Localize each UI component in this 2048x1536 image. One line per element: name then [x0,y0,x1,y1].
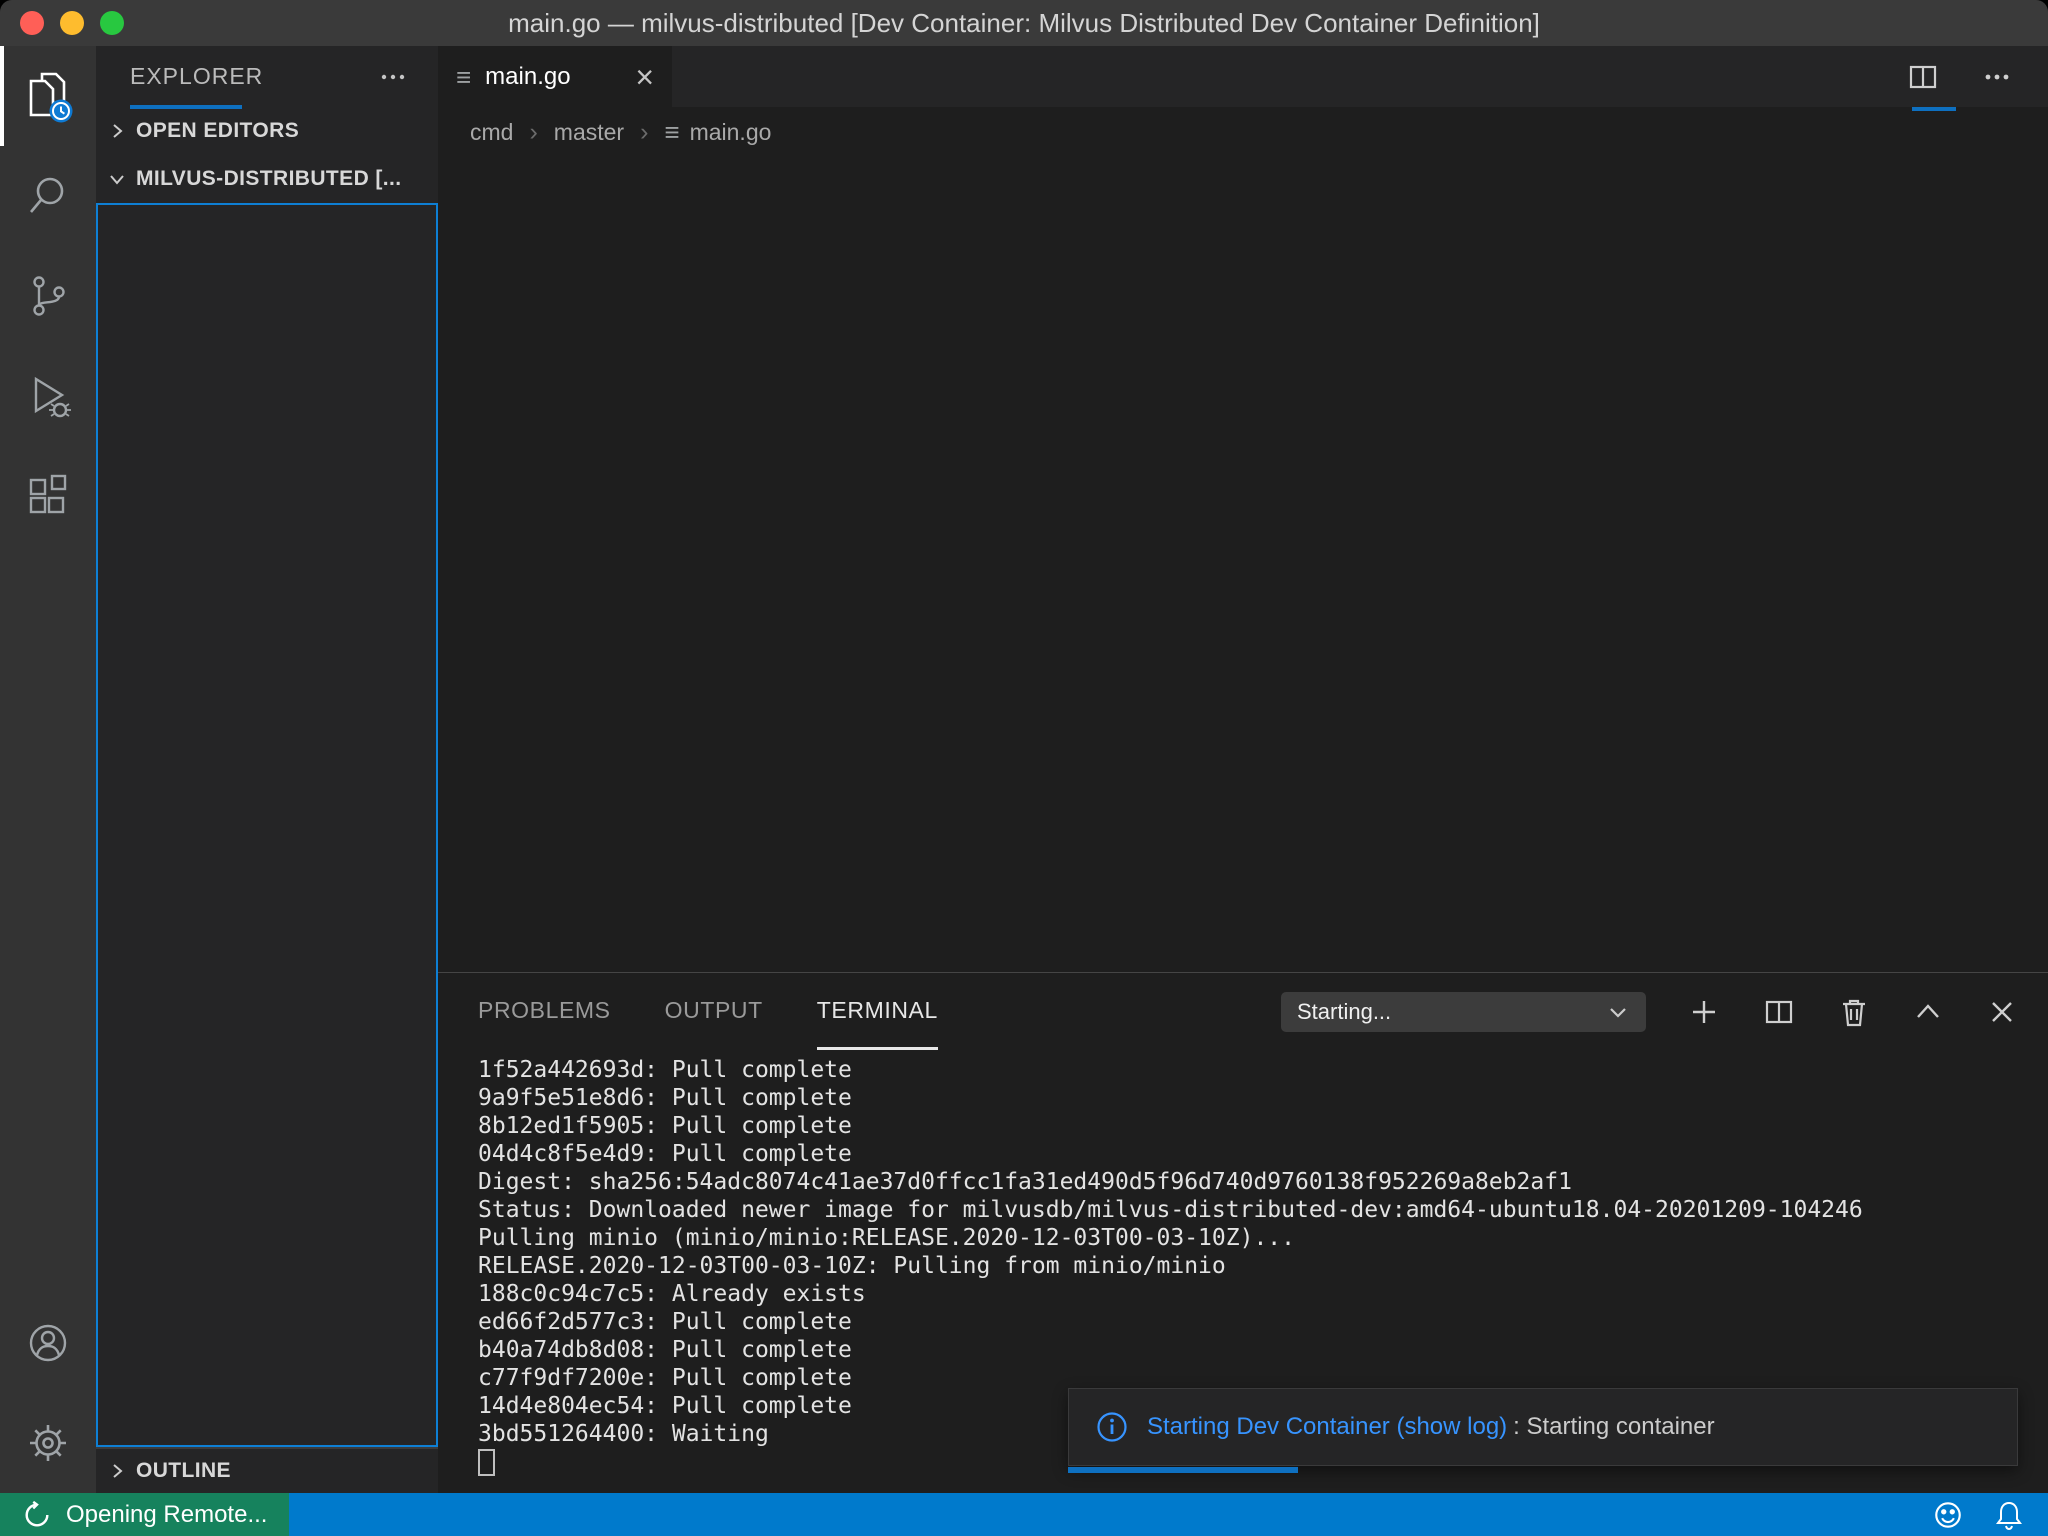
terminal-line: 1f52a442693d: Pull complete [478,1056,2028,1084]
traffic-lights [20,0,124,46]
breadcrumb-file[interactable]: ≡ main.go [664,119,771,146]
tab-bar: ≡ main.go × [438,46,2048,107]
terminal-line: 04d4c8f5e4d9: Pull complete [478,1140,2028,1168]
notification-message: : Starting container [1513,1413,1714,1441]
terminal-picker[interactable]: Starting... [1281,992,1646,1032]
tab-main-go[interactable]: ≡ main.go × [438,46,672,107]
status-bar-right [1932,1499,2048,1531]
activity-item-explorer[interactable] [0,46,96,146]
terminal-controls: Starting... [1281,992,2018,1032]
activity-item-search[interactable] [0,146,96,246]
terminal-line: 9a9f5e51e8d6: Pull complete [478,1084,2028,1112]
chevron-down-icon [106,168,128,190]
panel-header: PROBLEMS OUTPUT TERMINAL Starting... [438,973,2048,1050]
run-debug-icon [23,371,73,421]
terminal-line: 8b12ed1f5905: Pull complete [478,1112,2028,1140]
editor-progress-bar [1912,107,1956,111]
terminal-line: b40a74db8d08: Pull complete [478,1336,2028,1364]
gear-icon [23,1418,73,1468]
section-label: MILVUS-DISTRIBUTED [... [136,167,401,191]
breadcrumb-master[interactable]: master [554,119,624,146]
close-tab-icon[interactable]: × [635,61,654,93]
terminal-line: Pulling minio (minio/minio:RELEASE.2020-… [478,1224,2028,1252]
activity-bar [0,46,96,1493]
terminal-line: Digest: sha256:54adc8074c41ae37d0ffcc1fa… [478,1168,2028,1196]
chevron-right-icon [106,120,128,142]
terminal-line: Status: Downloaded newer image for milvu… [478,1196,2028,1224]
activity-item-extensions[interactable] [0,446,96,546]
close-panel-icon[interactable] [1986,996,2018,1028]
remote-indicator-label: Opening Remote... [66,1501,267,1529]
extensions-icon [23,471,73,521]
notifications-bell-icon[interactable] [1994,1499,2024,1531]
source-control-icon [23,271,73,321]
explorer-progress-bar [130,105,242,109]
workbench: EXPLORER OPEN EDITORS MILVUS-DISTRIB [0,46,2048,1493]
zoom-window-button[interactable] [100,11,124,35]
activity-item-accounts[interactable] [0,1293,96,1393]
split-editor-icon[interactable] [1906,60,1940,94]
chevron-down-icon [1606,1000,1630,1024]
account-icon [23,1318,73,1368]
kill-terminal-trash-icon[interactable] [1838,995,1870,1029]
notification-toast[interactable]: Starting Dev Container (show log) : Star… [1068,1388,2018,1466]
terminal-line: 188c0c94c7c5: Already exists [478,1280,2028,1308]
editor-group: ≡ main.go × [438,46,2048,1493]
file-tree[interactable] [96,203,438,1447]
editor-actions [1906,46,2048,107]
notification-progress-bar [1068,1467,1298,1473]
section-workspace[interactable]: MILVUS-DISTRIBUTED [... [96,155,438,203]
go-file-icon: ≡ [664,119,679,145]
minimize-window-button[interactable] [60,11,84,35]
sidebar-title: EXPLORER [130,63,263,90]
window-title: main.go — milvus-distributed [Dev Contai… [508,8,1540,39]
notification-link[interactable]: Starting Dev Container (show log) [1147,1413,1507,1441]
tab-output[interactable]: OUTPUT [665,973,763,1050]
sidebar-more-actions-icon[interactable] [378,62,408,92]
sidebar-header: EXPLORER [96,46,438,107]
sidebar-explorer: EXPLORER OPEN EDITORS MILVUS-DISTRIB [96,46,438,1493]
maximize-panel-chevron-up-icon[interactable] [1912,996,1944,1028]
breadcrumb-cmd[interactable]: cmd [470,119,513,146]
editor-content[interactable] [438,157,2048,972]
tab-terminal[interactable]: TERMINAL [817,973,938,1050]
activity-item-settings[interactable] [0,1393,96,1493]
new-terminal-icon[interactable] [1688,996,1720,1028]
split-terminal-icon[interactable] [1762,995,1796,1029]
search-icon [23,171,73,221]
section-open-editors[interactable]: OPEN EDITORS [96,107,438,155]
tab-label: main.go [485,63,570,91]
sync-spinner-icon [22,1500,52,1530]
panel-tabs: PROBLEMS OUTPUT TERMINAL [478,973,938,1050]
vscode-window: main.go — milvus-distributed [Dev Contai… [0,0,2048,1536]
title-bar: main.go — milvus-distributed [Dev Contai… [0,0,2048,46]
info-icon [1095,1410,1129,1444]
go-file-icon: ≡ [456,64,471,90]
more-actions-icon[interactable] [1980,60,2014,94]
chevron-right-icon [106,1460,128,1482]
activity-item-source-control[interactable] [0,246,96,346]
terminal-cursor [478,1449,495,1476]
section-label: OUTLINE [136,1459,231,1483]
tab-problems[interactable]: PROBLEMS [478,973,611,1050]
remote-indicator[interactable]: Opening Remote... [0,1493,289,1536]
terminal-picker-value: Starting... [1297,999,1391,1025]
feedback-smiley-icon[interactable] [1932,1499,1964,1531]
chevron-right-icon: › [529,118,537,147]
close-window-button[interactable] [20,11,44,35]
section-label: OPEN EDITORS [136,119,299,143]
terminal-line: RELEASE.2020-12-03T00-03-10Z: Pulling fr… [478,1252,2028,1280]
status-bar: Opening Remote... [0,1493,2048,1536]
terminal-line: ed66f2d577c3: Pull complete [478,1308,2028,1336]
activity-item-run-debug[interactable] [0,346,96,446]
breadcrumb: cmd › master › ≡ main.go [438,107,2048,157]
files-icon [20,68,76,124]
section-outline[interactable]: OUTLINE [96,1447,438,1493]
chevron-right-icon: › [640,118,648,147]
